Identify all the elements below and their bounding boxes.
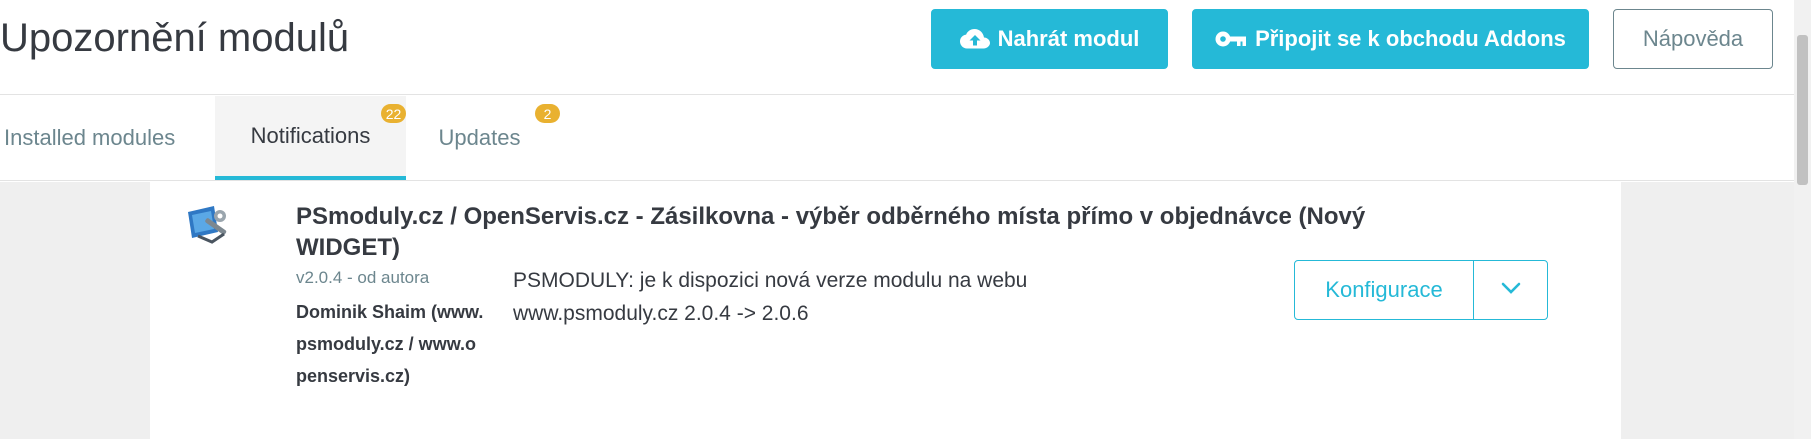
tab-installed-label: Installed modules bbox=[4, 125, 176, 150]
key-icon bbox=[1215, 30, 1247, 48]
module-card: PSmoduly.cz / OpenServis.cz - Zásilkovna… bbox=[150, 182, 1621, 439]
module-description: PSMODULY: je k dispozici nová verze modu… bbox=[513, 269, 1028, 325]
notifications-count-badge: 22 bbox=[381, 104, 406, 123]
help-button[interactable]: Nápověda bbox=[1613, 9, 1773, 69]
module-author: Dominik Shaim (www.psmoduly.cz / www.ope… bbox=[296, 302, 484, 386]
tab-updates-label: Updates bbox=[438, 125, 521, 150]
tab-notifications-label: Notifications bbox=[250, 123, 371, 148]
module-logo-icon bbox=[184, 202, 234, 248]
page-header: Upozornění modulů Nahrát modul Připojit … bbox=[0, 0, 1794, 95]
updates-count-badge: 2 bbox=[535, 104, 560, 123]
tab-notifications[interactable]: Notifications bbox=[215, 96, 406, 180]
tab-installed-modules[interactable]: Installed modules bbox=[0, 96, 188, 180]
actions-dropdown-toggle[interactable] bbox=[1474, 261, 1547, 319]
page-title: Upozornění modulů bbox=[0, 16, 350, 60]
chevron-down-icon bbox=[1501, 281, 1521, 299]
configure-button[interactable]: Konfigurace bbox=[1295, 261, 1474, 319]
upload-module-button[interactable]: Nahrát modul bbox=[931, 9, 1168, 69]
cloud-upload-icon bbox=[959, 28, 990, 50]
upload-module-label: Nahrát modul bbox=[997, 26, 1140, 51]
scrollbar-thumb[interactable] bbox=[1797, 35, 1808, 185]
module-name: PSmoduly.cz / OpenServis.cz - Zásilkovna… bbox=[296, 203, 1366, 261]
page-scrollbar[interactable] bbox=[1794, 0, 1811, 439]
connect-addons-button[interactable]: Připojit se k obchodu Addons bbox=[1192, 9, 1589, 69]
module-tabs: Installed modules Notifications Updates … bbox=[0, 96, 1794, 181]
content-area: PSmoduly.cz / OpenServis.cz - Zásilkovna… bbox=[0, 182, 1794, 439]
module-actions: Konfigurace bbox=[1294, 260, 1548, 320]
tab-updates[interactable]: Updates bbox=[407, 96, 552, 180]
connect-addons-label: Připojit se k obchodu Addons bbox=[1255, 26, 1566, 51]
module-notifications-page: Upozornění modulů Nahrát modul Připojit … bbox=[0, 0, 1811, 439]
module-version: v2.0.4 - od autora bbox=[296, 268, 430, 287]
